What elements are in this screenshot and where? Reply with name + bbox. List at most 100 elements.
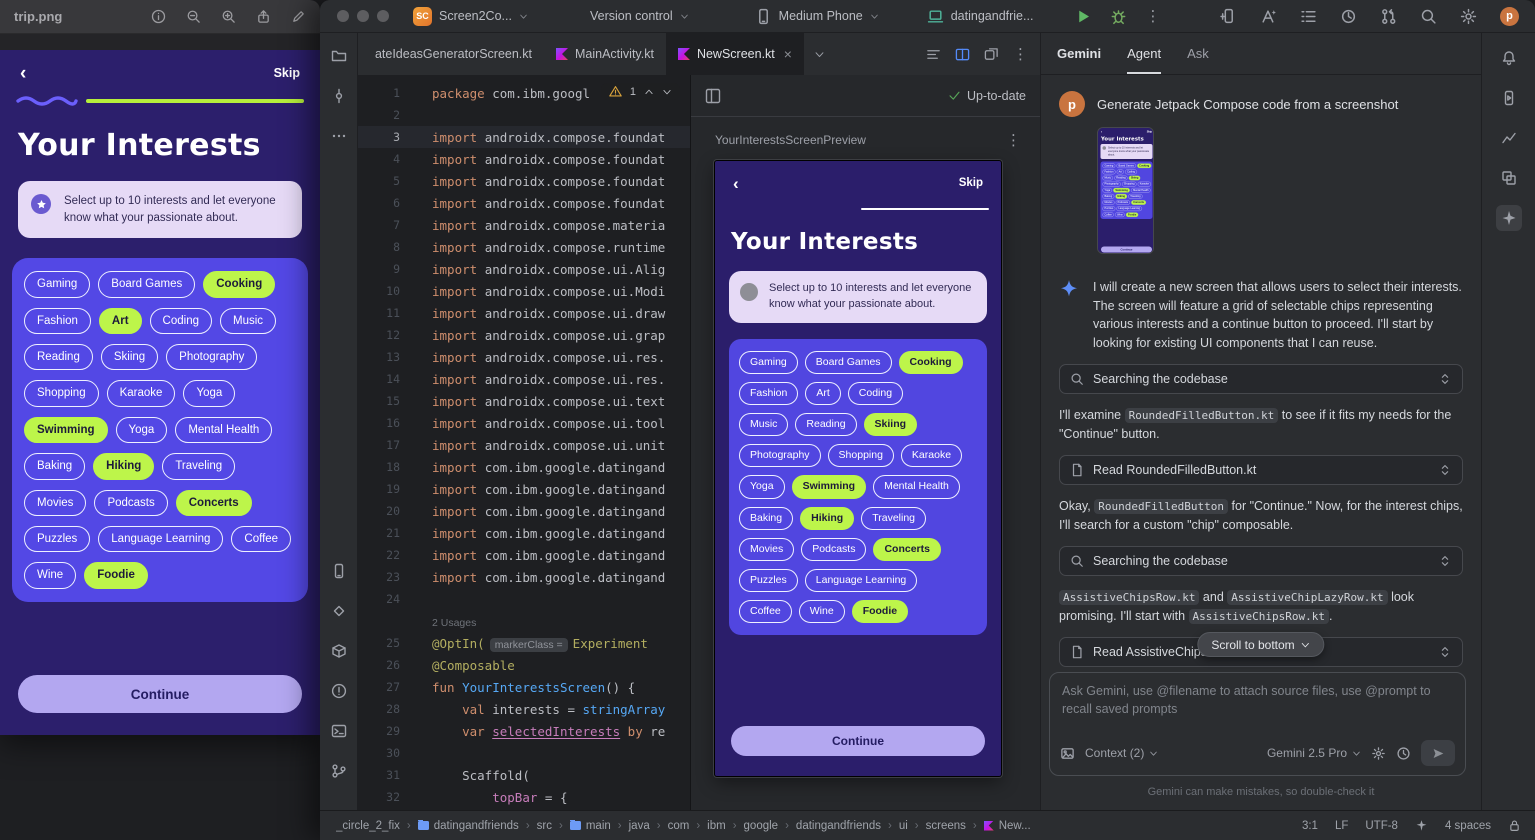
- gutter-line-number[interactable]: 11: [358, 306, 416, 320]
- preview-name-label[interactable]: YourInterestsScreenPreview: [715, 133, 866, 147]
- interest-chip-wine[interactable]: Wine: [799, 600, 845, 623]
- commit-tool-icon[interactable]: [326, 83, 352, 109]
- gutter-line-number[interactable]: 1: [358, 86, 416, 100]
- gutter-line-number[interactable]: 5: [358, 174, 416, 188]
- breadcrumb-item[interactable]: screens: [926, 820, 966, 832]
- tool-call-search-2[interactable]: Searching the codebase: [1059, 546, 1463, 576]
- todo-list-icon[interactable]: [1300, 8, 1317, 25]
- debug-button[interactable]: [1110, 8, 1127, 25]
- zoom-in-icon[interactable]: [221, 9, 236, 24]
- interest-chip-shopping[interactable]: Shopping: [828, 444, 894, 467]
- split-editor-icon[interactable]: [955, 47, 970, 62]
- notifications-icon[interactable]: [1496, 45, 1522, 71]
- interest-chip-hiking[interactable]: Hiking: [800, 507, 854, 530]
- code-line[interactable]: import androidx.compose.ui.Modi: [432, 284, 665, 299]
- preview-window-titlebar[interactable]: trip.png: [0, 0, 320, 34]
- compose-preview-phone[interactable]: ‹ Skip Your Interests Select up to 10 in…: [715, 161, 1001, 776]
- breadcrumb-item[interactable]: main: [570, 820, 611, 832]
- gutter-line-number[interactable]: 13: [358, 350, 416, 364]
- gutter-line-number[interactable]: 4: [358, 152, 416, 166]
- gutter-line-number[interactable]: 18: [358, 460, 416, 474]
- code-line[interactable]: @Composable: [432, 658, 515, 673]
- device-mirroring-icon[interactable]: [1220, 8, 1237, 25]
- code-line[interactable]: import androidx.compose.foundat: [432, 196, 665, 211]
- tool-call-search-1[interactable]: Searching the codebase: [1059, 364, 1463, 394]
- trip-image[interactable]: ‹ Skip Your Interests Select up to 10 in…: [0, 50, 320, 735]
- profiler-icon[interactable]: [1496, 125, 1522, 151]
- settings-icon[interactable]: [1460, 8, 1477, 25]
- prev-problem-icon[interactable]: [644, 87, 654, 97]
- code-line[interactable]: fun YourInterestsScreen() {: [432, 680, 635, 695]
- interest-chip-karaoke[interactable]: Karaoke: [901, 444, 962, 467]
- traffic-light-zoom[interactable]: [377, 10, 389, 22]
- model-dropdown[interactable]: Gemini 2.5 Pro: [1267, 746, 1361, 760]
- code-editor[interactable]: 1package com.ibm.googl23import androidx.…: [358, 75, 690, 810]
- continue-button[interactable]: Continue: [731, 726, 985, 756]
- code-line[interactable]: import androidx.compose.foundat: [432, 152, 665, 167]
- project-tool-icon[interactable]: [326, 43, 352, 69]
- tool-call-read-1[interactable]: Read RoundedFilledButton.kt: [1059, 455, 1463, 485]
- profile-avatar[interactable]: p: [1500, 7, 1519, 26]
- code-line[interactable]: 2 Usages: [432, 614, 476, 629]
- skip-label[interactable]: Skip: [959, 177, 983, 189]
- gutter-line-number[interactable]: 3: [358, 130, 416, 144]
- code-line[interactable]: import androidx.compose.ui.tool: [432, 416, 665, 431]
- more-tool-windows-icon[interactable]: [326, 123, 352, 149]
- interest-chip-cooking[interactable]: Cooking: [899, 351, 963, 374]
- ai-rename-icon[interactable]: [1260, 8, 1277, 25]
- interest-chip-music[interactable]: Music: [739, 413, 788, 436]
- breadcrumb-item[interactable]: src: [537, 820, 552, 832]
- code-line[interactable]: import androidx.compose.runtime: [432, 240, 665, 255]
- code-line[interactable]: import androidx.compose.ui.res.: [432, 350, 665, 365]
- line-separator[interactable]: LF: [1335, 820, 1348, 832]
- interest-chip-photography[interactable]: Photography: [739, 444, 821, 467]
- indent-setting[interactable]: 4 spaces: [1445, 820, 1491, 832]
- interest-chip-swimming[interactable]: Swimming: [792, 475, 867, 498]
- problems-icon[interactable]: [326, 678, 352, 704]
- code-line[interactable]: import androidx.compose.ui.unit: [432, 438, 665, 453]
- interest-chip-board-games[interactable]: Board Games: [805, 351, 892, 374]
- gutter-line-number[interactable]: 23: [358, 570, 416, 584]
- prompt-history-icon[interactable]: [1396, 746, 1411, 761]
- device-selector[interactable]: Medium Phone: [755, 8, 879, 25]
- version-control-icon[interactable]: [326, 758, 352, 784]
- traffic-light-close[interactable]: [337, 10, 349, 22]
- code-line[interactable]: import androidx.compose.ui.grap: [432, 328, 665, 343]
- interest-chip-concerts[interactable]: Concerts: [873, 538, 941, 561]
- close-tab-icon[interactable]: ×: [784, 46, 792, 62]
- preview-layout-icon[interactable]: [705, 88, 721, 104]
- zoom-out-icon[interactable]: [186, 9, 201, 24]
- breadcrumb-item[interactable]: datingandfriends: [418, 820, 519, 832]
- interest-chip-fashion[interactable]: Fashion: [739, 382, 798, 405]
- hidden-tabs-chevron-icon[interactable]: [814, 33, 825, 75]
- gutter-line-number[interactable]: 25: [358, 636, 416, 650]
- breadcrumb-item[interactable]: datingandfriends: [796, 820, 881, 832]
- scroll-to-bottom-button[interactable]: Scroll to bottom: [1197, 632, 1324, 657]
- gutter-line-number[interactable]: 15: [358, 394, 416, 408]
- code-line[interactable]: var selectedInterests by re: [432, 724, 665, 739]
- more-actions-icon[interactable]: ⋮: [1145, 7, 1161, 25]
- gutter-line-number[interactable]: 27: [358, 680, 416, 694]
- interest-chip-movies[interactable]: Movies: [739, 538, 794, 561]
- gutter-line-number[interactable]: 6: [358, 196, 416, 210]
- interest-chip-yoga[interactable]: Yoga: [739, 475, 785, 498]
- build-analyzer-icon[interactable]: [1340, 8, 1357, 25]
- interest-chip-mental-health[interactable]: Mental Health: [873, 475, 960, 498]
- tab-mainactivity[interactable]: MainActivity.kt: [544, 33, 666, 75]
- code-line[interactable]: @OptIn(markerClass =Experiment: [432, 636, 648, 651]
- gutter-line-number[interactable]: 17: [358, 438, 416, 452]
- send-button[interactable]: [1421, 740, 1455, 766]
- code-line[interactable]: import com.ibm.google.datingand: [432, 460, 665, 475]
- gutter-line-number[interactable]: 30: [358, 746, 416, 760]
- interest-chip-foodie[interactable]: Foodie: [852, 600, 908, 623]
- back-chevron[interactable]: ‹: [733, 175, 739, 192]
- gutter-line-number[interactable]: 22: [358, 548, 416, 562]
- tab-agent[interactable]: Agent: [1127, 33, 1161, 74]
- share-icon[interactable]: [256, 9, 271, 24]
- code-line[interactable]: import com.ibm.google.datingand: [432, 548, 665, 563]
- preview-more-icon[interactable]: ⋮: [1006, 131, 1022, 149]
- prompt-settings-icon[interactable]: [1371, 746, 1386, 761]
- code-line[interactable]: import androidx.compose.ui.Alig: [432, 262, 665, 277]
- code-line[interactable]: import com.ibm.google.datingand: [432, 504, 665, 519]
- device-manager-icon[interactable]: [326, 558, 352, 584]
